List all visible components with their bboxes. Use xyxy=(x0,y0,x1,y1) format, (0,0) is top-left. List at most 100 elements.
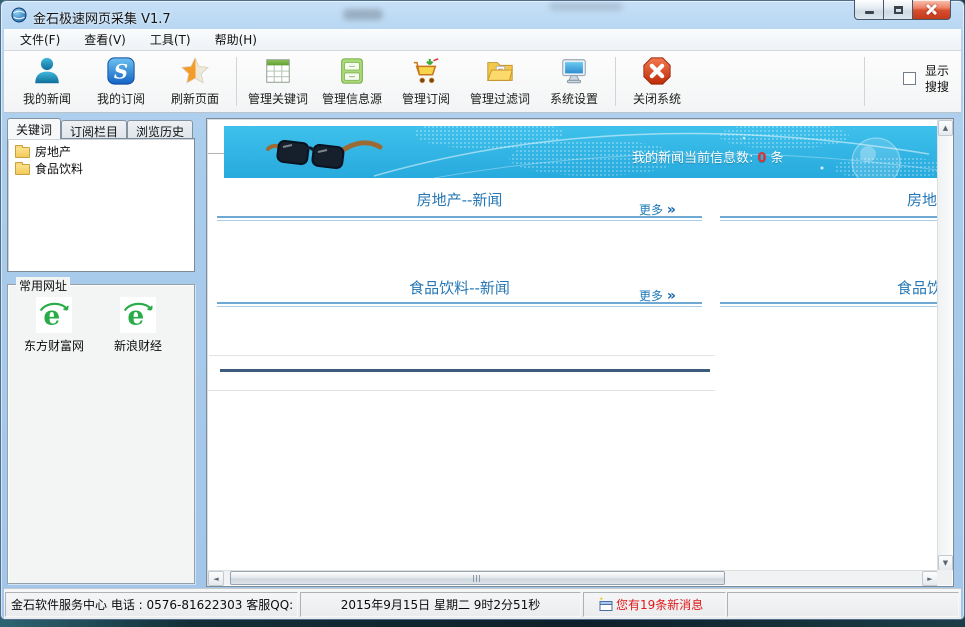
toolbar-label: 我的订阅 xyxy=(97,90,145,107)
section-underline xyxy=(217,216,702,221)
glasses-image xyxy=(266,134,386,172)
new-messages-text: 您有19条新消息 xyxy=(616,596,703,613)
toolbar: 我的新闻 S 我的订阅 刷新页面 管理关键词 管理信息源 xyxy=(4,51,961,113)
scroll-left-arrow[interactable]: ◄ xyxy=(208,571,224,586)
show-search-label: 显示 搜搜 xyxy=(925,63,949,95)
scroll-right-arrow[interactable]: ► xyxy=(922,571,938,586)
scroll-up-arrow[interactable]: ▲ xyxy=(938,120,953,136)
titlebar[interactable]: 金石极速网页采集 V1.7 xyxy=(1,1,964,29)
minimize-icon xyxy=(865,11,874,14)
status-new-messages[interactable]: 您有19条新消息 xyxy=(583,592,726,617)
favorite-label: 东方财富网 xyxy=(12,337,96,354)
menu-tools[interactable]: 工具(T) xyxy=(140,28,205,51)
toolbar-label: 系统设置 xyxy=(550,90,598,107)
subscription-icon: S xyxy=(106,56,136,86)
news-banner: 我的新闻当前信息数:0条 xyxy=(224,126,938,178)
toolbar-system-settings-button[interactable]: 系统设置 xyxy=(537,51,611,112)
show-search-checkbox[interactable] xyxy=(903,72,916,85)
maximize-icon xyxy=(894,6,903,14)
filter-folder-icon xyxy=(485,56,515,86)
close-button[interactable] xyxy=(913,0,951,20)
toolbar-close-system-button[interactable]: 关闭系统 xyxy=(620,51,694,112)
footer-rule xyxy=(209,355,715,356)
folder-icon xyxy=(15,147,30,158)
menubar: 文件(F) 查看(V) 工具(T) 帮助(H) xyxy=(4,29,961,51)
window-controls xyxy=(854,0,951,20)
user-icon xyxy=(32,56,62,86)
tree-item-label: 房地产 xyxy=(35,143,71,160)
more-label: 更多 xyxy=(639,289,663,303)
toolbar-separator xyxy=(615,57,616,106)
svg-text:S: S xyxy=(114,61,128,84)
toolbar-my-news-button[interactable]: 我的新闻 xyxy=(10,51,84,112)
toolbar-label: 管理关键词 xyxy=(248,90,308,107)
horizontal-scrollbar[interactable]: ◄ ► xyxy=(208,570,938,585)
refresh-star-icon xyxy=(180,56,210,86)
minimize-button[interactable] xyxy=(854,0,884,20)
settings-monitor-icon xyxy=(559,56,589,86)
toolbar-label: 刷新页面 xyxy=(171,90,219,107)
tab-subscription-columns[interactable]: 订阅栏目 xyxy=(61,120,127,139)
toolbar-manage-keywords-button[interactable]: 管理关键词 xyxy=(241,51,315,112)
sources-cabinet-icon xyxy=(337,56,367,86)
toolbar-refresh-button[interactable]: 刷新页面 xyxy=(158,51,232,112)
favorites-groupbox: 常用网址 e 东方财富网 e 新浪财经 xyxy=(7,284,195,584)
toolbar-manage-subscriptions-button[interactable]: 管理订阅 xyxy=(389,51,463,112)
tree-item-food-beverage[interactable]: 食品饮料 xyxy=(8,160,194,177)
show-search-label-line1: 显示 xyxy=(925,64,949,78)
titlebar-glass-reflection xyxy=(549,2,623,11)
news-count-value: 0 xyxy=(753,151,770,166)
toolbar-label: 管理信息源 xyxy=(322,90,382,107)
menu-view[interactable]: 查看(V) xyxy=(74,28,140,51)
app-icon xyxy=(11,7,27,23)
scroll-thumb-grip xyxy=(473,575,482,582)
window-title: 金石极速网页采集 V1.7 xyxy=(33,8,171,27)
toolbar-manage-filters-button[interactable]: 管理过滤词 xyxy=(463,51,537,112)
toolbar-label: 管理过滤词 xyxy=(470,90,530,107)
titlebar-glass-reflection xyxy=(343,9,383,20)
keywords-table-icon xyxy=(263,56,293,86)
status-datetime: 2015年9月15日 星期二 9时2分51秒 xyxy=(300,592,581,617)
favorite-tile: e xyxy=(36,297,72,333)
favorite-tile: e xyxy=(120,297,156,333)
menu-file[interactable]: 文件(F) xyxy=(10,28,74,51)
toolbar-separator xyxy=(236,57,237,106)
page-margin-rule xyxy=(208,153,224,154)
section-underline xyxy=(720,302,939,307)
clipped-section-title: 食品饮料--新闻 xyxy=(897,277,939,298)
maximize-button[interactable] xyxy=(884,0,913,20)
show-search-toggle: 显示 搜搜 xyxy=(903,63,949,95)
cart-icon xyxy=(411,56,441,86)
section-real-estate-title: 房地产--新闻 xyxy=(217,189,702,210)
new-message-window-icon xyxy=(598,597,614,613)
show-search-label-line2: 搜搜 xyxy=(925,80,949,94)
toolbar-my-subscriptions-button[interactable]: S 我的订阅 xyxy=(84,51,158,112)
news-count-prefix: 我的新闻当前信息数: xyxy=(632,151,753,166)
shutdown-icon xyxy=(642,56,672,86)
statusbar: 金石软件服务中心 电话 : 0576-81622303 客服QQ: 2015年9… xyxy=(4,588,961,619)
news-content-panel: 我的新闻当前信息数:0条 房地产--新闻 更多 » 房地产--新闻 食品饮料--… xyxy=(206,118,954,587)
ie-icon: e xyxy=(123,300,153,330)
tab-keywords[interactable]: 关键词 xyxy=(7,118,61,139)
section-real-estate-title-right-column: 房地产--新闻 xyxy=(720,189,939,210)
footer-divider xyxy=(220,369,710,372)
section-underline xyxy=(217,302,702,307)
favorite-eastmoney[interactable]: e 东方财富网 xyxy=(12,297,96,354)
section-underline xyxy=(720,216,939,221)
news-count-text: 我的新闻当前信息数:0条 xyxy=(632,147,783,166)
section-food-beverage-title: 食品饮料--新闻 xyxy=(217,277,702,298)
news-count-suffix: 条 xyxy=(770,151,783,166)
menu-help[interactable]: 帮助(H) xyxy=(205,28,271,51)
favorite-sina-finance[interactable]: e 新浪财经 xyxy=(96,297,180,354)
tree-item-label: 食品饮料 xyxy=(35,160,83,177)
vertical-scrollbar[interactable]: ▲ ▼ xyxy=(937,120,952,571)
horizontal-scroll-thumb[interactable] xyxy=(230,571,725,585)
tab-browse-history[interactable]: 浏览历史 xyxy=(127,120,193,139)
scroll-down-arrow[interactable]: ▼ xyxy=(938,555,953,571)
ie-icon: e xyxy=(39,300,69,330)
toolbar-label: 我的新闻 xyxy=(23,90,71,107)
toolbar-separator xyxy=(864,57,865,106)
status-service-info: 金石软件服务中心 电话 : 0576-81622303 客服QQ: xyxy=(5,592,298,617)
toolbar-manage-sources-button[interactable]: 管理信息源 xyxy=(315,51,389,112)
tree-item-real-estate[interactable]: 房地产 xyxy=(8,143,194,160)
